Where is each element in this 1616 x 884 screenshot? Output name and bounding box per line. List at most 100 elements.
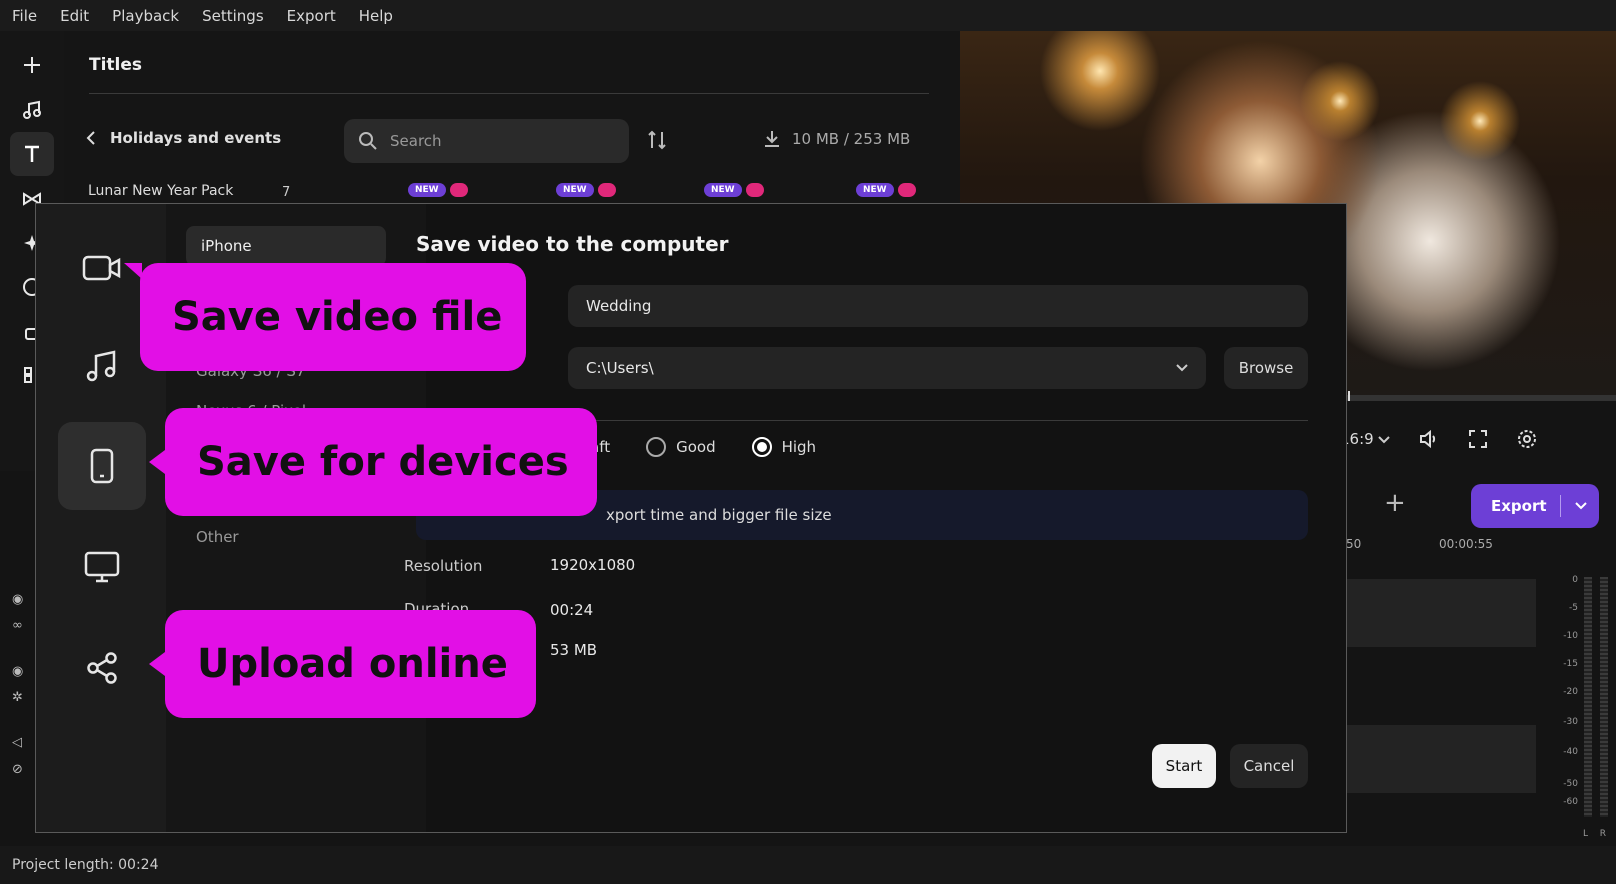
quality-high-label: High — [781, 438, 817, 456]
file-name-input[interactable] — [586, 297, 1236, 315]
meter-channel: L — [1582, 829, 1588, 839]
project-length: Project length: 00:24 — [12, 857, 159, 873]
duration-value: 00:24 — [550, 601, 594, 619]
new-badge: NEW — [408, 183, 446, 197]
audio-meter: 0 -5 -10 -15 -20 -30 -40 -50 -60 L R — [1544, 575, 1616, 845]
file-name-field[interactable] — [568, 285, 1308, 327]
volume-icon[interactable]: ◁ — [12, 735, 22, 750]
meter-bar-right — [1600, 577, 1608, 817]
new-badge: NEW — [556, 183, 594, 197]
meter-bar-left — [1584, 577, 1592, 817]
radio-high[interactable] — [751, 437, 772, 457]
cancel-button[interactable]: Cancel — [1230, 744, 1308, 788]
thumbnail-badges: NEW — [856, 183, 916, 197]
device-item-iphone[interactable]: iPhone — [186, 226, 386, 266]
meter-label: -60 — [1563, 797, 1578, 807]
share-icon — [87, 652, 117, 684]
pack-count: 7 — [282, 185, 291, 200]
category-label: Holidays and events — [110, 129, 282, 147]
thumbnail-badges: NEW — [556, 183, 616, 197]
thumbnail-badges: NEW — [408, 183, 468, 197]
search-input[interactable] — [390, 132, 590, 150]
player-controls: 16:9 — [1340, 428, 1538, 450]
save-path-select[interactable]: C:\Users\ — [568, 347, 1206, 389]
export-divider — [1560, 495, 1562, 517]
menu-file[interactable]: File — [12, 7, 37, 25]
text-icon[interactable] — [10, 132, 54, 176]
premium-badge — [745, 183, 764, 197]
new-badge: NEW — [856, 183, 894, 197]
gear-icon[interactable] — [1516, 428, 1538, 450]
search-box[interactable] — [344, 119, 629, 163]
callout-upload-online-text: Upload online — [197, 641, 508, 687]
aspect-ratio-select[interactable]: 16:9 — [1340, 430, 1391, 448]
menu-settings[interactable]: Settings — [202, 7, 264, 25]
quality-high-option[interactable]: High — [751, 437, 817, 457]
file-size-value: 53 MB — [550, 641, 598, 659]
chevron-down-icon — [1176, 364, 1188, 372]
new-badge: NEW — [704, 183, 742, 197]
meter-label: 0 — [1572, 575, 1578, 585]
save-path-value: C:\Users\ — [586, 359, 654, 377]
upload-online-tab[interactable] — [58, 624, 146, 712]
dialog-title: Save video to the computer — [416, 232, 729, 256]
status-bar: Project length: 00:24 — [0, 846, 1616, 884]
effects-icon[interactable]: ✲ — [12, 690, 23, 705]
track-clip[interactable] — [1340, 579, 1536, 647]
titles-panel: Titles Holidays and events 10 MB / 253 M… — [64, 31, 960, 203]
chevron-down-icon — [1378, 436, 1391, 444]
pack-name[interactable]: Lunar New Year Pack — [88, 183, 233, 199]
volume-icon[interactable] — [1418, 428, 1440, 450]
sort-icon[interactable] — [646, 129, 668, 155]
start-button[interactable]: Start — [1152, 744, 1216, 788]
meter-channel: R — [1599, 829, 1606, 839]
save-audio-tab[interactable] — [58, 322, 146, 410]
unlink-icon[interactable]: ⊘ — [12, 762, 23, 777]
chevron-down-icon[interactable] — [1575, 502, 1587, 510]
resolution-label: Resolution — [404, 557, 483, 575]
add-track-button[interactable]: + — [1384, 488, 1406, 518]
save-devices-tab[interactable] — [58, 422, 146, 510]
quality-note-text: xport time and bigger file size — [606, 506, 832, 524]
eye-icon[interactable]: ◉ — [12, 664, 23, 679]
download-icon — [765, 131, 779, 147]
eye-icon[interactable]: ◉ — [12, 592, 23, 607]
menu-edit[interactable]: Edit — [60, 7, 89, 25]
callout-upload-online: Upload online — [149, 610, 536, 718]
callout-save-devices: Save for devices — [149, 408, 597, 516]
meter-label: -20 — [1563, 687, 1578, 697]
video-camera-icon — [82, 255, 121, 281]
chevron-left-icon — [86, 131, 95, 145]
menu-help[interactable]: Help — [359, 7, 393, 25]
device-item-other[interactable]: Other — [196, 528, 239, 546]
panel-divider — [89, 93, 929, 94]
monitor-icon — [84, 551, 120, 583]
resolution-value: 1920x1080 — [550, 556, 636, 574]
search-icon — [359, 132, 377, 150]
callout-save-video: Save video file — [124, 263, 526, 371]
quality-good-option[interactable]: Good — [646, 437, 716, 457]
meter-label: -30 — [1563, 717, 1578, 727]
export-label: Export — [1491, 497, 1547, 515]
track-headers: ◉ ∞ ◉ ✲ ◁ ⊘ — [0, 580, 36, 800]
smartphone-icon — [90, 448, 114, 484]
link-icon[interactable]: ∞ — [12, 618, 23, 633]
radio-good[interactable] — [646, 437, 667, 457]
thumbnail-badges: NEW — [704, 183, 764, 197]
music-icon[interactable] — [10, 88, 54, 132]
callout-save-video-text: Save video file — [172, 294, 503, 340]
menu-playback[interactable]: Playback — [112, 7, 179, 25]
add-icon[interactable] — [10, 43, 54, 87]
meter-label: -40 — [1563, 747, 1578, 757]
fullscreen-icon[interactable] — [1468, 429, 1488, 449]
save-tv-tab[interactable] — [58, 524, 146, 612]
menu-export[interactable]: Export — [287, 7, 336, 25]
browse-button[interactable]: Browse — [1224, 347, 1308, 389]
premium-badge — [449, 183, 468, 197]
callout-save-devices-text: Save for devices — [197, 439, 569, 485]
track-clip[interactable] — [1340, 725, 1536, 793]
back-button[interactable]: Holidays and events — [86, 129, 281, 147]
playhead[interactable] — [1348, 391, 1350, 401]
export-button[interactable]: Export — [1471, 484, 1599, 528]
meter-label: -15 — [1563, 659, 1578, 669]
